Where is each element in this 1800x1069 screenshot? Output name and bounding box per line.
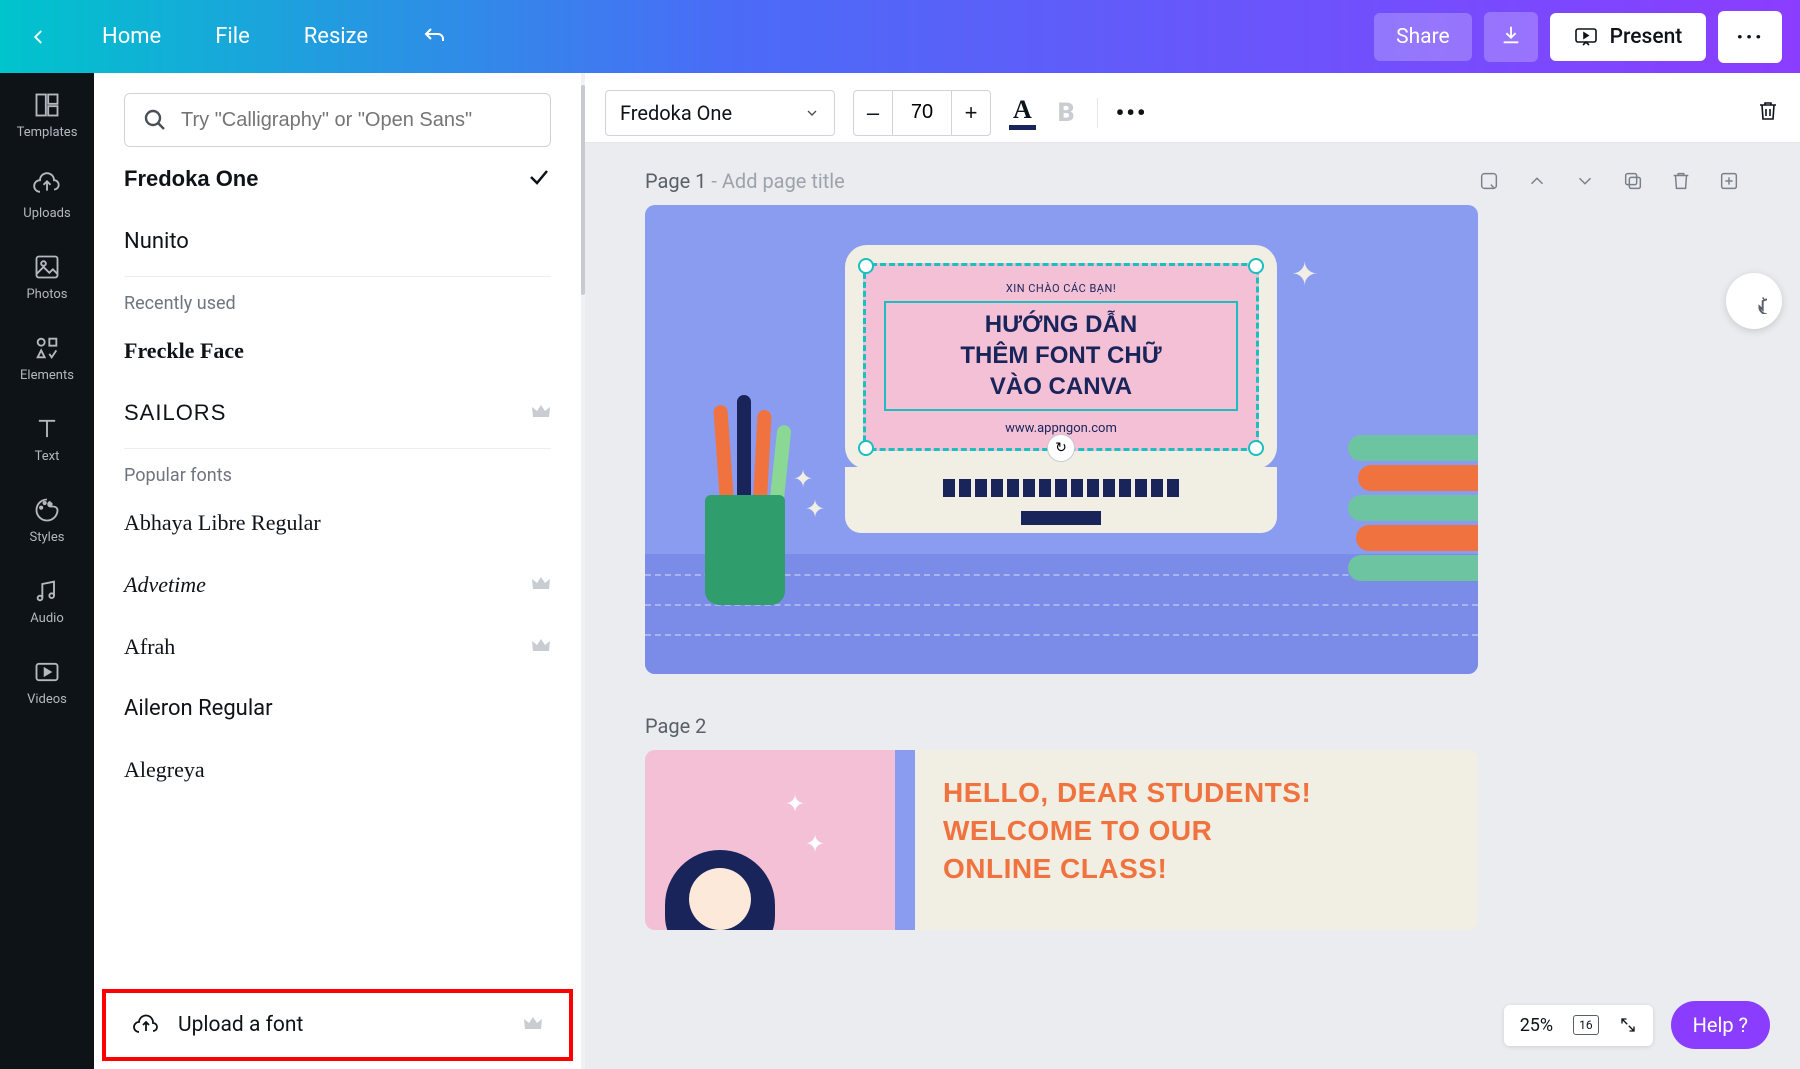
resize-handle[interactable]	[1248, 440, 1264, 456]
search-icon	[143, 108, 167, 132]
crown-icon	[531, 637, 551, 657]
laptop-illustration: XIN CHÀO CÁC BẠN! HƯỚNG DẪN THÊM FONT CH…	[845, 245, 1277, 533]
page-count: 16	[1573, 1015, 1599, 1035]
add-page-icon[interactable]	[1718, 170, 1740, 192]
page2-title[interactable]: Page 2	[645, 714, 1740, 738]
help-button[interactable]: Help ?	[1671, 1001, 1770, 1049]
crown-icon	[523, 1015, 543, 1035]
resize-button[interactable]: Resize	[292, 16, 380, 57]
page-up-icon[interactable]	[1526, 170, 1548, 192]
sync-icon[interactable]: ↻	[1047, 434, 1075, 462]
slide2-text[interactable]: HELLO, DEAR STUDENTS! WELCOME TO OUR ONL…	[943, 774, 1450, 887]
page1-title[interactable]: Page 1 - Add page title	[645, 169, 845, 193]
toolbar-more[interactable]: •••	[1116, 99, 1148, 127]
font-family-dropdown[interactable]: Fredoka One	[605, 90, 835, 136]
rail-styles[interactable]: Styles	[30, 496, 65, 545]
crown-icon	[531, 575, 551, 595]
rail-text[interactable]: Text	[33, 415, 61, 464]
zoom-control[interactable]: 25% 16	[1504, 1005, 1653, 1046]
present-button[interactable]: Present	[1550, 13, 1707, 61]
resize-handle[interactable]	[1248, 258, 1264, 274]
file-menu[interactable]: File	[203, 16, 262, 57]
header-more-button[interactable]: ···	[1718, 11, 1782, 63]
font-search-input[interactable]	[181, 109, 532, 132]
page1-header: Page 1 - Add page title	[645, 169, 1740, 193]
canvas-area: Fredoka One – + A B ••• Page 1 - Add pag…	[585, 73, 1800, 1069]
font-size-minus[interactable]: –	[854, 91, 892, 135]
bottom-bar: 25% 16 Help ?	[1504, 1001, 1770, 1049]
upload-font-button[interactable]: Upload a font	[102, 989, 573, 1061]
font-search[interactable]	[124, 93, 551, 147]
duplicate-icon[interactable]	[1622, 170, 1644, 192]
font-item-aileron[interactable]: Aileron Regular	[124, 678, 551, 739]
section-popular: Popular fonts	[124, 448, 551, 492]
upload-font-label: Upload a font	[178, 1013, 303, 1037]
cloud-upload-icon	[132, 1013, 160, 1037]
undo-button[interactable]	[410, 17, 458, 57]
fullscreen-icon[interactable]	[1619, 1016, 1637, 1034]
font-size-plus[interactable]: +	[952, 91, 990, 135]
slide-1[interactable]: ✦ ✦ ✦ XIN CHÀO CÁC BẠN!	[645, 205, 1478, 674]
font-item-advetime[interactable]: Advetime	[124, 554, 551, 616]
slide1-subtitle[interactable]: XIN CHÀO CÁC BẠN!	[884, 282, 1238, 295]
font-size-input[interactable]	[892, 91, 952, 135]
sparkle-icon: ✦	[805, 495, 825, 523]
text-toolbar: Fredoka One – + A B •••	[585, 83, 1800, 143]
share-button[interactable]: Share	[1374, 13, 1472, 61]
header-left: Home File Resize	[18, 16, 458, 57]
divider	[1097, 98, 1098, 128]
zoom-value: 25%	[1520, 1015, 1553, 1036]
crown-icon	[531, 403, 551, 423]
resize-handle[interactable]	[858, 440, 874, 456]
selected-text-group[interactable]: XIN CHÀO CÁC BẠN! HƯỚNG DẪN THÊM FONT CH…	[863, 263, 1259, 451]
sparkle-icon: ✦	[793, 465, 813, 493]
app-header: Home File Resize Share Present ···	[0, 0, 1800, 73]
slide2-illustration: ✦ ✦	[645, 750, 895, 930]
rail-uploads[interactable]: Uploads	[23, 172, 70, 221]
notes-icon[interactable]	[1478, 170, 1500, 192]
rail-videos[interactable]: Videos	[27, 658, 67, 707]
font-item-sailors[interactable]: SAILORS	[124, 382, 551, 444]
rail-audio[interactable]: Audio	[30, 577, 63, 626]
rail-elements[interactable]: Elements	[20, 334, 74, 383]
bold-button[interactable]: B	[1054, 98, 1079, 128]
pencil-cup-illustration	[695, 405, 805, 605]
slide1-main-text[interactable]: HƯỚNG DẪN THÊM FONT CHỮ VÀO CANVA	[884, 301, 1238, 411]
present-label: Present	[1610, 25, 1683, 49]
font-item-fredoka[interactable]: Fredoka One	[124, 147, 551, 211]
home-button[interactable]: Home	[90, 16, 173, 57]
font-size-stepper: – +	[853, 90, 991, 136]
workspace[interactable]: Page 1 - Add page title ✦ ✦	[585, 143, 1800, 1069]
font-item-afrah[interactable]: Afrah	[124, 616, 551, 678]
font-item-alegreya[interactable]: Alegreya	[124, 739, 551, 801]
comment-fab[interactable]	[1726, 273, 1782, 329]
back-button[interactable]	[18, 20, 60, 54]
header-right: Share Present ···	[1374, 11, 1782, 63]
download-button[interactable]	[1484, 12, 1538, 62]
text-color-button[interactable]: A	[1009, 95, 1036, 130]
font-panel: Fredoka One Nunito Recently used Freckle…	[94, 73, 581, 1069]
presentation-icon	[1574, 27, 1598, 47]
check-icon	[527, 165, 551, 193]
resize-handle[interactable]	[858, 258, 874, 274]
books-illustration	[1348, 435, 1478, 585]
delete-button[interactable]	[1756, 99, 1780, 127]
font-item-nunito[interactable]: Nunito	[124, 211, 551, 272]
font-item-abhaya[interactable]: Abhaya Libre Regular	[124, 492, 551, 554]
page-trash-icon[interactable]	[1670, 170, 1692, 192]
slide-2[interactable]: ✦ ✦ HELLO, DEAR STUDENTS! WELCOME TO OUR…	[645, 750, 1478, 930]
section-recent: Recently used	[124, 276, 551, 320]
chevron-down-icon	[804, 105, 820, 121]
rail-templates[interactable]: Templates	[17, 91, 78, 140]
page1-actions	[1478, 170, 1740, 192]
side-rail: Templates Uploads Photos Elements Text S…	[0, 73, 94, 1069]
font-item-freckle[interactable]: Freckle Face	[124, 320, 551, 382]
rail-photos[interactable]: Photos	[26, 253, 67, 302]
sparkle-icon: ✦	[1291, 255, 1318, 293]
page-down-icon[interactable]	[1574, 170, 1596, 192]
